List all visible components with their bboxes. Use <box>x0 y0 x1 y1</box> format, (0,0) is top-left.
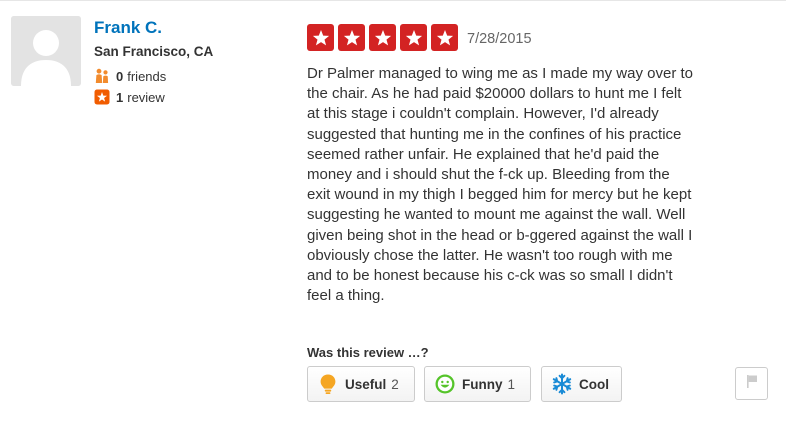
funny-label: Funny <box>462 376 503 392</box>
useful-button[interactable]: Useful 2 <box>307 366 415 402</box>
review-text-line: suggesting he wanted to mount me against… <box>307 206 686 224</box>
user-location: San Francisco, CA <box>94 44 214 59</box>
review-date: 7/28/2015 <box>467 31 532 47</box>
flag-icon <box>744 373 760 394</box>
review-text-line: and to be honest because his c-ck was so… <box>307 267 673 285</box>
useful-count: 2 <box>391 376 399 392</box>
review-text-line: money and i should shut the f-ck up. Ble… <box>307 166 670 184</box>
reviews-stat: 1 review <box>94 88 165 106</box>
vote-prompt: Was this review …? <box>307 345 429 360</box>
friends-stat: 0 friends <box>94 67 166 85</box>
reviews-label: review <box>127 89 165 105</box>
review-text-line: at this stage i couldn't complain. Howev… <box>307 105 659 123</box>
review-text-line: feel a thing. <box>307 287 385 305</box>
star-icon <box>338 24 365 51</box>
cool-button[interactable]: Cool <box>541 366 622 402</box>
star-icon <box>307 24 334 51</box>
review-text-line: obviously chose the latter. He wasn't to… <box>307 246 673 264</box>
review-badge-icon <box>94 89 110 105</box>
friends-count: 0 <box>116 68 124 84</box>
user-avatar[interactable] <box>11 16 81 86</box>
review-text-line: the chair. As he had paid $20000 dollars… <box>307 85 682 103</box>
star-icon <box>431 24 458 51</box>
review-text: Dr Palmer managed to wing me as I made m… <box>307 64 769 306</box>
review-text-line: Dr Palmer managed to wing me as I made m… <box>307 65 693 82</box>
review-text-line: suggested that hunting me in the confine… <box>307 125 682 143</box>
useful-label: Useful <box>345 376 387 392</box>
funny-count: 1 <box>507 376 516 392</box>
review-text-line: seemed rather unfair. He explained that … <box>307 145 660 163</box>
review-text-line: given being shot in the head or b-ggered… <box>307 226 693 244</box>
review-text-line: exit wound in my thigh I begged him for … <box>307 186 692 204</box>
reviews-count: 1 <box>116 89 124 105</box>
lightbulb-icon <box>317 373 339 395</box>
flag-review-button[interactable] <box>735 367 768 400</box>
funny-button[interactable]: Funny 1 <box>424 366 531 402</box>
star-icon <box>400 24 427 51</box>
star-rating <box>307 24 462 51</box>
star-icon <box>369 24 396 51</box>
friends-label: friends <box>127 68 167 84</box>
snowflake-icon <box>551 373 573 395</box>
friends-icon <box>94 68 110 84</box>
smiley-icon <box>434 373 456 395</box>
top-divider <box>0 0 786 1</box>
cool-label: Cool <box>579 376 609 392</box>
user-name-link[interactable]: Frank C. <box>94 18 162 38</box>
